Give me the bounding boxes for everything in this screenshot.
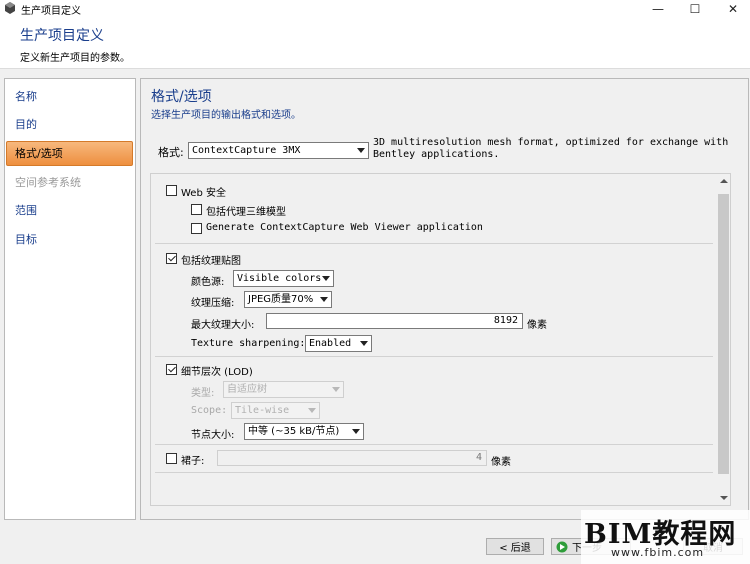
texture-label: 包括纹理贴图: [181, 256, 241, 267]
header-title: 生产项目定义: [20, 28, 104, 44]
separator: [155, 356, 713, 357]
max-texture-label: 最大纹理大小:: [191, 320, 255, 331]
lod-type-label: 类型:: [191, 388, 215, 399]
back-button[interactable]: < 后退: [486, 538, 544, 555]
skirt-label: 裙子:: [181, 456, 205, 467]
separator: [155, 472, 713, 473]
proxy-3d-label: 包括代理三维模型: [206, 207, 286, 218]
sharpening-select[interactable]: Enabled: [305, 335, 372, 352]
lod-checkbox[interactable]: [166, 364, 177, 375]
scope-value: Tile-wise: [235, 405, 290, 416]
max-texture-unit: 像素: [527, 320, 547, 331]
color-source-select[interactable]: Visible colors: [233, 270, 334, 287]
proxy-3d-checkbox[interactable]: [191, 204, 202, 215]
web-viewer-checkbox[interactable]: [191, 223, 202, 234]
sharpening-value: Enabled: [309, 338, 352, 349]
chevron-down-icon: [320, 297, 328, 302]
window-title: 生产项目定义: [21, 6, 81, 17]
format-select[interactable]: ContextCapture 3MX: [188, 142, 369, 159]
separator: [155, 243, 713, 244]
wizard-nav: 名称 目的 格式/选项 空间参考系统 范围 目标: [4, 78, 136, 520]
skirt-unit: 像素: [491, 457, 511, 468]
node-size-select[interactable]: 中等 (~35 kB/节点): [244, 423, 364, 440]
next-arrow-icon: [556, 541, 568, 552]
scroll-thumb[interactable]: [718, 194, 729, 474]
chevron-down-icon: [308, 408, 316, 413]
format-label: 格式:: [158, 146, 184, 159]
lod-label: 细节层次 (LOD): [181, 367, 253, 378]
node-size-value: 中等 (~35 kB/节点): [248, 426, 340, 437]
app-icon: [5, 2, 15, 14]
color-source-label: 颜色源:: [191, 277, 225, 288]
lod-type-select: 自适应树: [223, 381, 344, 398]
scroll-up-icon[interactable]: [720, 179, 728, 183]
nav-item-srs: 空间参考系统: [15, 176, 81, 189]
nav-item-format-options[interactable]: 格式/选项: [6, 141, 133, 166]
texture-checkbox[interactable]: [166, 253, 177, 264]
vertical-scrollbar[interactable]: [716, 174, 730, 505]
web-security-checkbox[interactable]: [166, 185, 177, 196]
compression-value: JPEG质量70%: [248, 294, 314, 305]
skirt-checkbox[interactable]: [166, 453, 177, 464]
web-security-label: Web 安全: [181, 188, 226, 199]
panel-subtitle: 选择生产项目的输出格式和选项。: [151, 110, 301, 121]
scope-select: Tile-wise: [231, 402, 320, 419]
wizard-header: 生产项目定义 定义新生产项目的参数。: [0, 17, 750, 69]
compression-label: 纹理压缩:: [191, 298, 235, 309]
back-label: < 后退: [499, 543, 531, 554]
panel-title: 格式/选项: [151, 89, 212, 105]
chevron-down-icon: [322, 276, 330, 281]
title-bar: 生产项目定义 — ☐ ✕: [0, 0, 750, 17]
format-description: 3D multiresolution mesh format, optimize…: [373, 137, 729, 160]
scope-label: Scope:: [191, 405, 228, 416]
color-source-value: Visible colors: [237, 273, 322, 284]
chevron-down-icon: [352, 429, 360, 434]
scroll-down-icon[interactable]: [720, 496, 728, 500]
skirt-input: 4: [217, 450, 487, 466]
format-options-panel: 格式/选项 选择生产项目的输出格式和选项。 格式: ContextCapture…: [140, 78, 749, 520]
options-scroll-area[interactable]: Web 安全 包括代理三维模型 Generate ContextCapture …: [150, 173, 731, 506]
web-viewer-label: Generate ContextCapture Web Viewer appli…: [206, 222, 483, 233]
separator: [155, 444, 713, 445]
chevron-down-icon: [332, 387, 340, 392]
close-button[interactable]: ✕: [710, 0, 750, 17]
header-subtitle: 定义新生产项目的参数。: [20, 53, 130, 64]
nav-item-purpose[interactable]: 目的: [5, 112, 135, 137]
format-select-value: ContextCapture 3MX: [192, 145, 301, 156]
nav-item-name[interactable]: 名称: [5, 84, 135, 109]
nav-item-destination[interactable]: 目标: [5, 227, 135, 252]
max-texture-input[interactable]: 8192: [266, 313, 523, 329]
watermark: BIM教程网 www.fbim.com: [581, 510, 750, 564]
compression-select[interactable]: JPEG质量70%: [244, 291, 332, 308]
chevron-down-icon: [360, 341, 368, 346]
watermark-url: www.fbim.com: [611, 546, 705, 559]
lod-type-value: 自适应树: [227, 384, 267, 395]
nav-item-extent[interactable]: 范围: [5, 198, 135, 223]
node-size-label: 节点大小:: [191, 430, 235, 441]
sharpening-label: Texture sharpening:: [191, 338, 306, 349]
chevron-down-icon: [357, 148, 365, 153]
